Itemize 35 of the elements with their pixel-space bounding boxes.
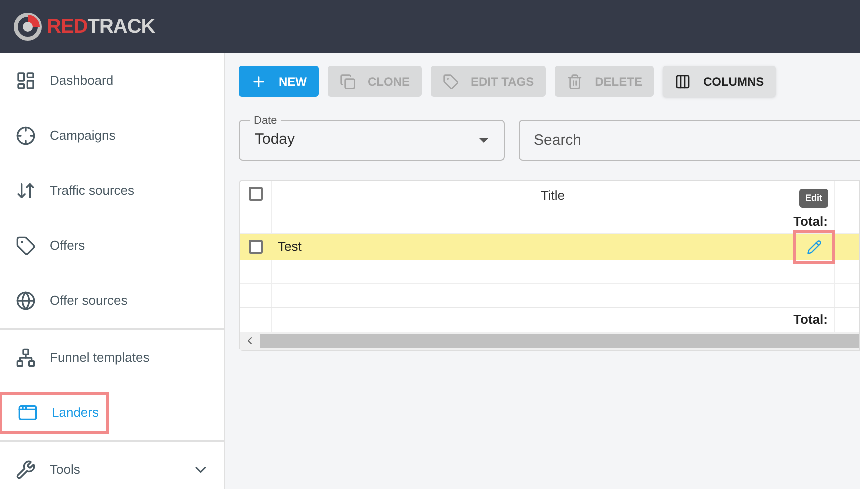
tag-icon	[443, 74, 459, 90]
columns-icon	[675, 74, 692, 90]
footer-total: Total:	[794, 311, 828, 330]
table-cell-text: Test	[278, 238, 303, 256]
tooltip: Edit	[800, 188, 828, 208]
sidebar-item[interactable]: Offers	[0, 224, 224, 266]
window-icon	[18, 402, 38, 422]
copy-icon	[340, 74, 356, 90]
dashboard-icon	[16, 70, 36, 90]
logo-icon	[13, 12, 43, 42]
checkbox[interactable]	[248, 187, 262, 201]
globe-icon	[16, 290, 36, 310]
sidebar-item[interactable]: Traffic sources	[0, 170, 224, 212]
sidebar-item[interactable]: Funnel templates	[0, 336, 224, 378]
sidebar-item[interactable]: Dashboard	[0, 60, 224, 102]
horizontal-scrollbar[interactable]	[240, 332, 859, 350]
wrench-icon	[16, 460, 36, 480]
header-total: Total:	[794, 212, 828, 230]
tag-icon	[16, 236, 36, 256]
sidebar-item[interactable]: Tools	[0, 448, 224, 489]
column-header[interactable]: Title	[540, 186, 566, 206]
edit-button[interactable]	[793, 230, 835, 264]
arrows-icon	[16, 180, 36, 200]
plus-icon	[251, 74, 267, 90]
tree-icon	[16, 348, 36, 368]
checkbox[interactable]	[249, 240, 263, 254]
logo-text: REDTRACK	[47, 14, 156, 40]
sidebar-item[interactable]: Offer sources	[0, 280, 224, 322]
toolbar-button[interactable]: COLUMNS	[663, 66, 776, 97]
trash-icon	[567, 74, 584, 90]
dropdown-caret-icon	[479, 138, 489, 143]
edit-icon	[806, 240, 822, 254]
search-field[interactable]: Search	[519, 120, 860, 161]
target-icon	[16, 126, 36, 146]
sidebar-item[interactable]: Campaigns	[0, 114, 224, 156]
